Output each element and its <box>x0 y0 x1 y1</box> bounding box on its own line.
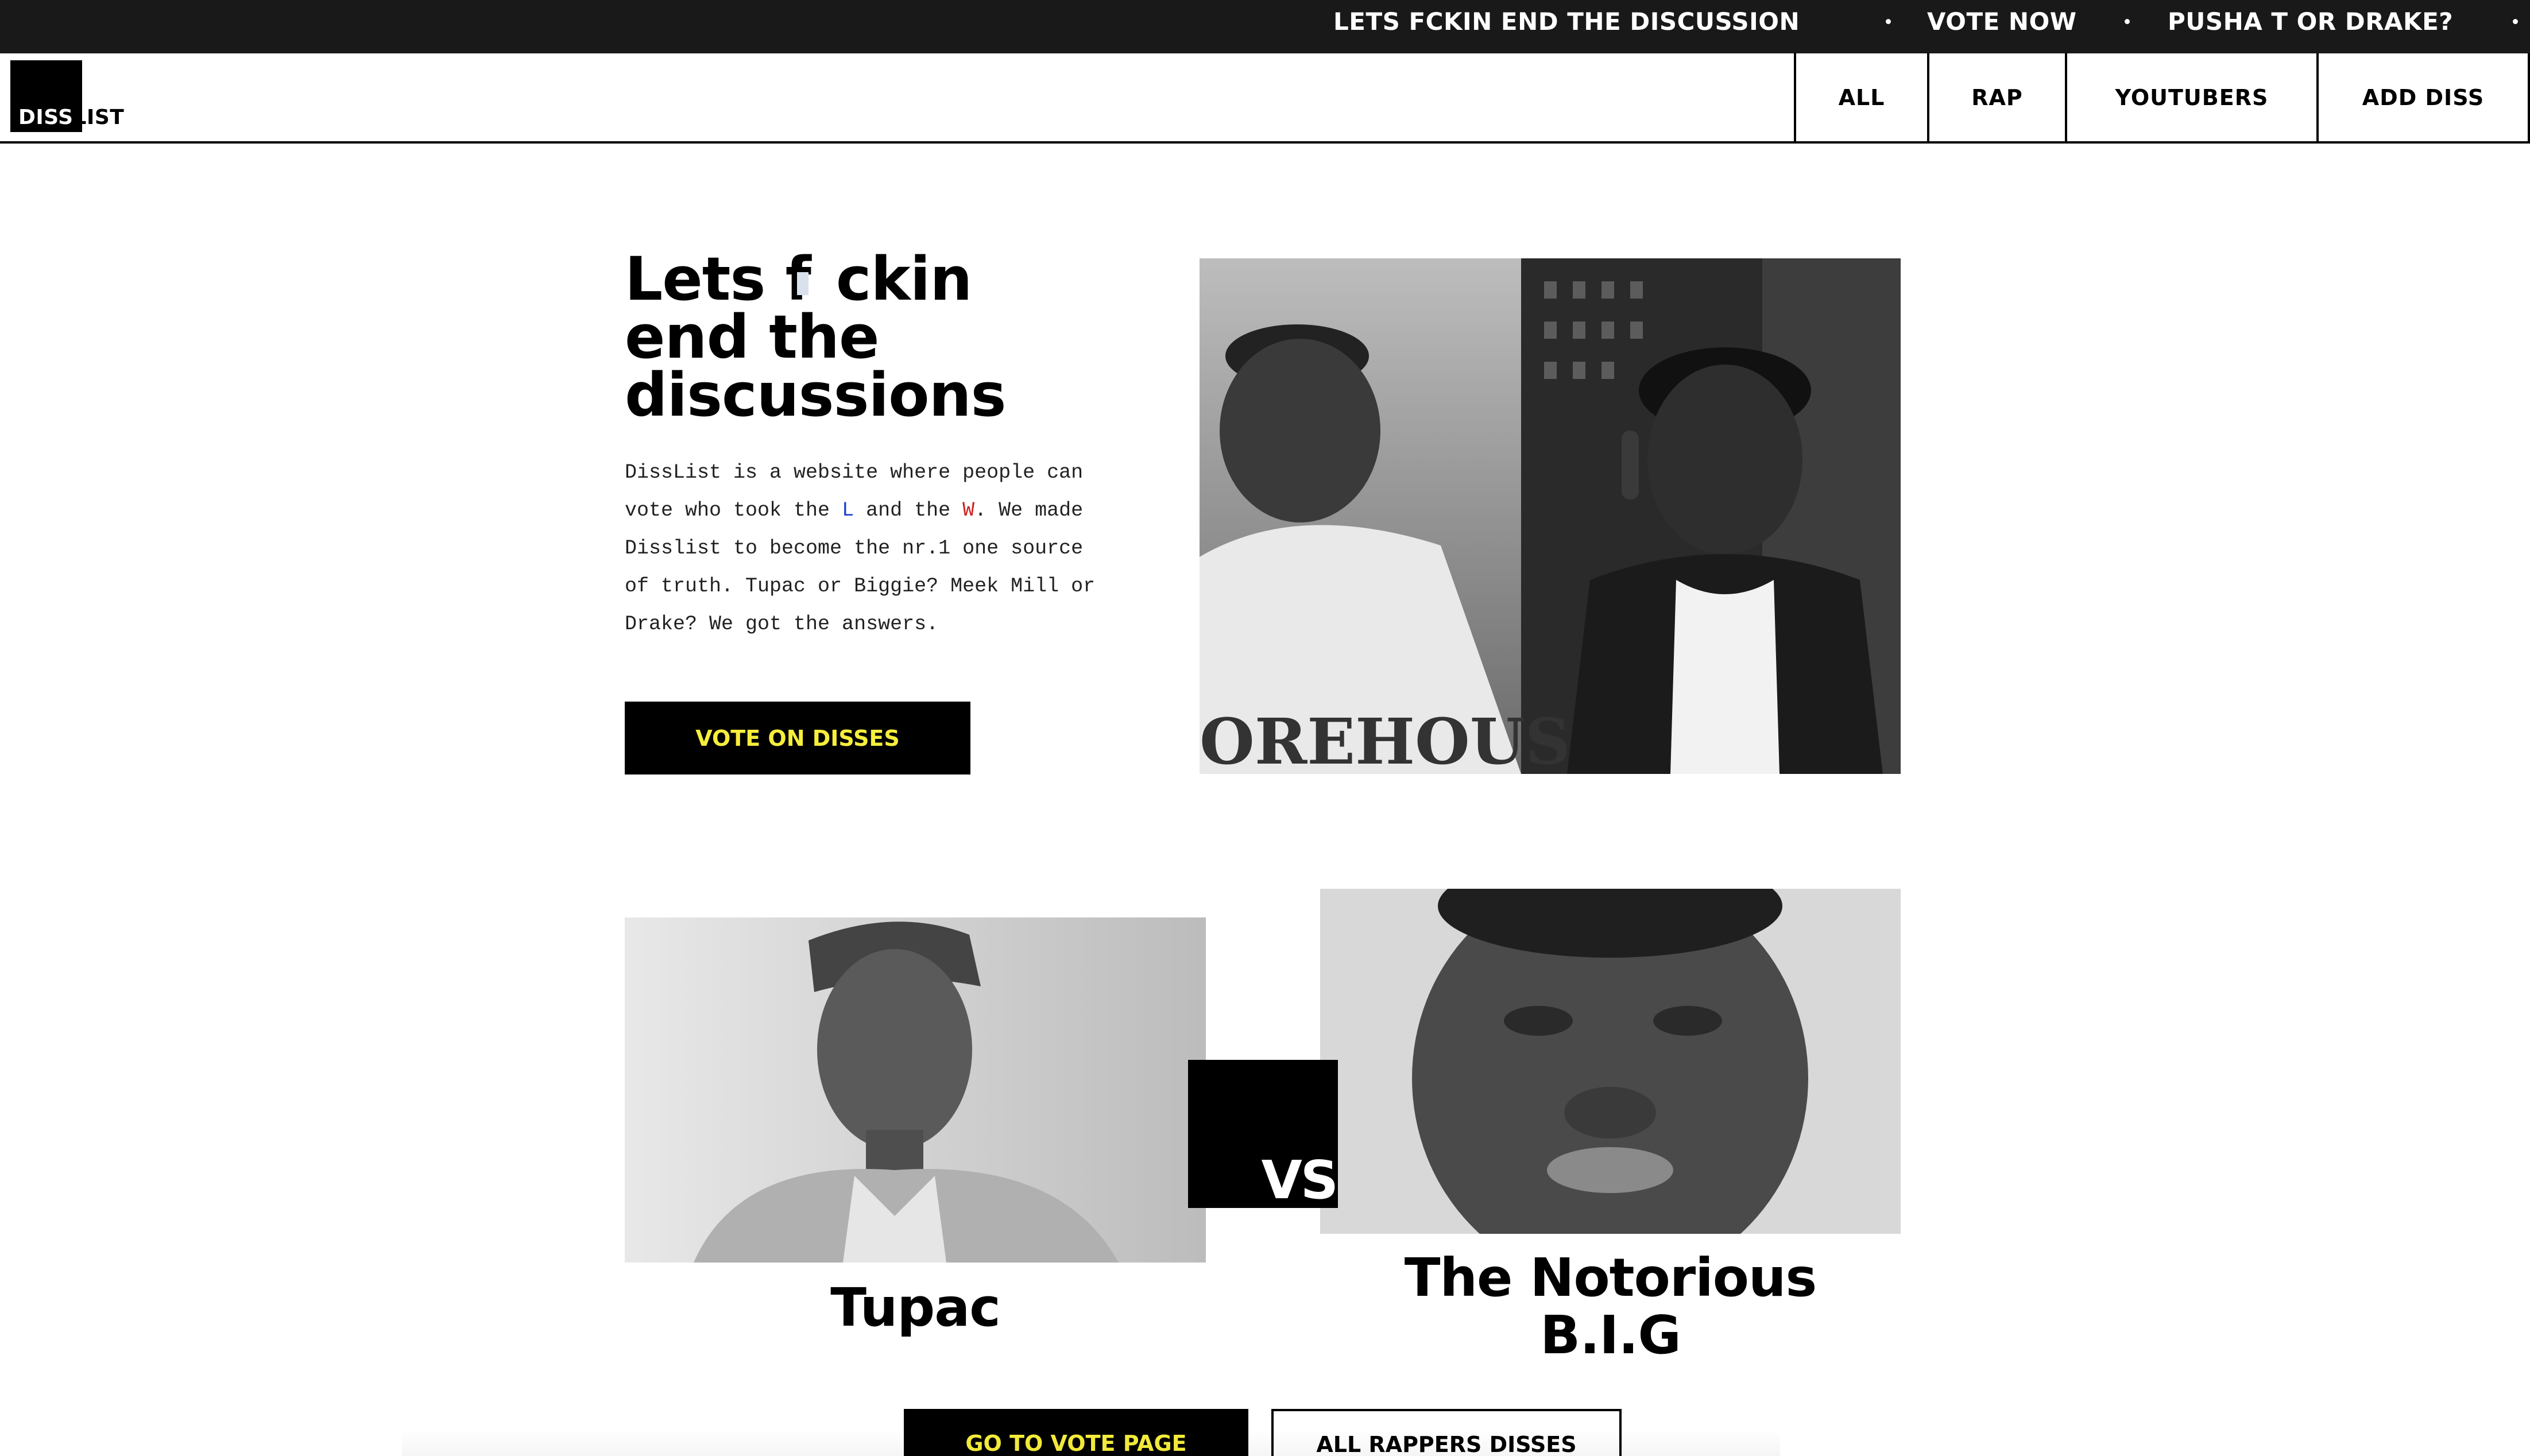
hero-photo-biggie-tupac: OREHOUSE <box>1200 258 1901 774</box>
hero-description: DissList is a website where people can v… <box>625 454 1119 643</box>
vote-on-disses-button[interactable]: VOTE ON DISSES <box>625 702 970 775</box>
all-rappers-disses-button[interactable]: ALL RAPPERS DISSES <box>1271 1409 1622 1456</box>
ticker-item-pusha-drake[interactable]: PUSHA T OR DRAKE? <box>2168 0 2453 53</box>
notorious-big-name[interactable]: The Notorious B.I.G <box>1320 1249 1901 1364</box>
tupac-name[interactable]: Tupac <box>625 1279 1206 1337</box>
disslist-logo[interactable]: DISSLIST <box>10 60 148 133</box>
main-navbar: DISSLIST ALL RAP YOUTUBERS ADD DISS <box>0 53 2530 144</box>
hero-desc-l: L <box>842 499 854 522</box>
nav-rap[interactable]: RAP <box>1927 53 2065 141</box>
hero-title-line-2: end the <box>625 302 880 372</box>
ticker-separator-dot <box>1886 19 1891 24</box>
notorious-big-name-line-1: The Notorious <box>1404 1247 1817 1308</box>
tupac-photo[interactable] <box>625 917 1206 1263</box>
top-ticker: LETS FCKIN END THE DISCUSSION VOTE NOW P… <box>0 0 2530 53</box>
vs-badge: VS <box>1188 1060 1338 1208</box>
logo-list-text: LIST <box>73 106 125 129</box>
notorious-big-name-line-2: B.I.G <box>1540 1304 1681 1366</box>
ticker-separator-dot <box>2513 19 2518 24</box>
hero-title-line-1: Lets f ckin <box>625 249 1176 309</box>
hero-desc-w: W <box>962 499 975 522</box>
notorious-big-photo[interactable] <box>1320 889 1901 1234</box>
text-cursor-highlight <box>796 272 808 295</box>
nav-all[interactable]: ALL <box>1794 53 1927 141</box>
hero-title-line-3: discussions <box>625 360 1007 430</box>
svg-text:OREHOUSE: OREHOUSE <box>1200 704 1619 774</box>
hero-desc-part-2: and the <box>854 499 963 522</box>
vs-label: VS <box>1261 1149 1338 1211</box>
logo-diss-text: DISS <box>18 106 73 129</box>
ticker-item-discussion[interactable]: LETS FCKIN END THE DISCUSSION <box>1333 0 1800 53</box>
nav-youtubers[interactable]: YOUTUBERS <box>2065 53 2316 141</box>
go-to-vote-page-button[interactable]: GO TO VOTE PAGE <box>904 1409 1248 1456</box>
hero-title: Lets f ckin end the discussions <box>625 249 1176 430</box>
ticker-separator-dot <box>2125 19 2130 24</box>
logo-wordmark: DISSLIST <box>18 105 124 130</box>
ticker-item-vote-now[interactable]: VOTE NOW <box>1927 0 2077 53</box>
nav-add-diss[interactable]: ADD DISS <box>2316 53 2530 141</box>
